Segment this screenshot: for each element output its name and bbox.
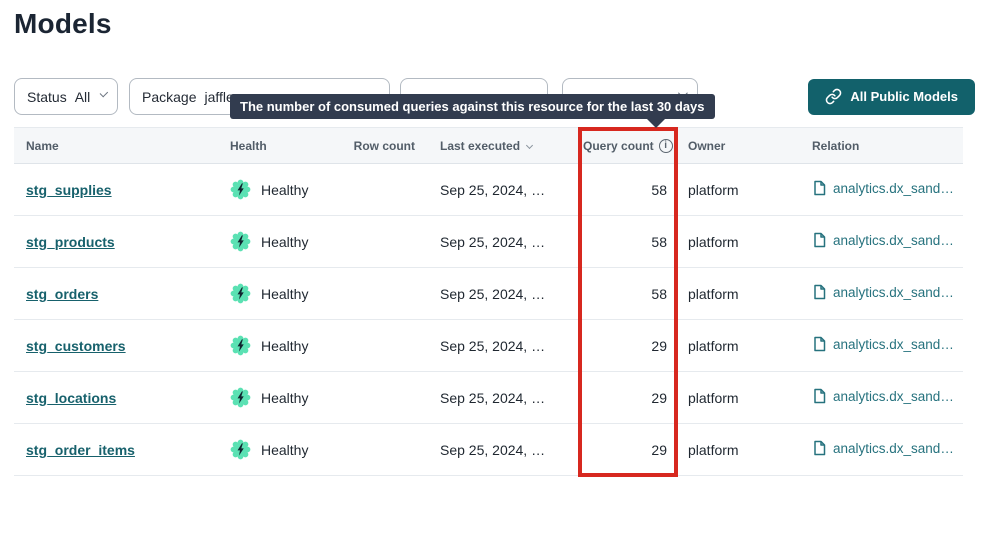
health-badge: Healthy — [230, 439, 350, 460]
query-count-cell: 58 — [574, 286, 678, 302]
document-icon — [812, 180, 826, 196]
model-name-link[interactable]: stg_orders — [26, 286, 98, 302]
model-name-link[interactable]: stg_order_items — [26, 442, 135, 458]
table-row: stg_products Healthy Sep 25, 2024, … 58 … — [14, 216, 963, 268]
status-filter-value: All — [75, 89, 91, 105]
table-header-row: Name Health Row count Last executed Quer… — [14, 127, 963, 164]
all-public-models-label: All Public Models — [850, 89, 958, 104]
health-badge: Healthy — [230, 283, 350, 304]
query-count-tooltip: The number of consumed queries against t… — [230, 94, 715, 119]
status-filter-dropdown[interactable]: Status All — [14, 78, 118, 115]
health-badge: Healthy — [230, 335, 350, 356]
table-row: stg_orders Healthy Sep 25, 2024, … 58 pl… — [14, 268, 963, 320]
document-icon — [812, 336, 826, 352]
tooltip-arrow — [646, 118, 666, 128]
table-row: stg_locations Healthy Sep 25, 2024, … 29… — [14, 372, 963, 424]
sort-chevron-icon — [526, 141, 533, 148]
last-executed-cell: Sep 25, 2024, … — [415, 286, 574, 302]
relation-link[interactable]: analytics.dx_sand… — [812, 232, 954, 248]
query-count-cell: 58 — [574, 182, 678, 198]
link-icon — [825, 88, 842, 105]
query-count-cell: 29 — [574, 338, 678, 354]
all-public-models-button[interactable]: All Public Models — [808, 79, 975, 115]
package-filter-label: Package — [142, 89, 196, 105]
query-count-cell: 29 — [574, 442, 678, 458]
table-row: stg_customers Healthy Sep 25, 2024, … 29… — [14, 320, 963, 372]
health-badge: Healthy — [230, 179, 350, 200]
health-seal-icon — [230, 283, 251, 304]
table-row: stg_order_items Healthy Sep 25, 2024, … … — [14, 424, 963, 476]
last-executed-cell: Sep 25, 2024, … — [415, 442, 574, 458]
owner-cell: platform — [678, 442, 798, 458]
owner-cell: platform — [678, 182, 798, 198]
page-title: Models — [14, 8, 975, 40]
document-icon — [812, 388, 826, 404]
column-header-last-executed[interactable]: Last executed — [415, 139, 574, 153]
owner-cell: platform — [678, 390, 798, 406]
health-badge: Healthy — [230, 387, 350, 408]
relation-link[interactable]: analytics.dx_sand… — [812, 388, 954, 404]
model-name-link[interactable]: stg_locations — [26, 390, 116, 406]
query-count-cell: 29 — [574, 390, 678, 406]
table-row: stg_supplies Healthy Sep 25, 2024, … 58 … — [14, 164, 963, 216]
info-icon[interactable]: i — [659, 139, 673, 153]
document-icon — [812, 232, 826, 248]
owner-cell: platform — [678, 286, 798, 302]
health-label: Healthy — [261, 234, 308, 250]
health-seal-icon — [230, 335, 251, 356]
health-label: Healthy — [261, 442, 308, 458]
column-header-health: Health — [230, 139, 350, 153]
column-header-query-count: Query count i — [574, 139, 678, 153]
model-name-link[interactable]: stg_products — [26, 234, 115, 250]
health-label: Healthy — [261, 338, 308, 354]
document-icon — [812, 284, 826, 300]
last-executed-cell: Sep 25, 2024, … — [415, 182, 574, 198]
owner-cell: platform — [678, 338, 798, 354]
relation-link[interactable]: analytics.dx_sand… — [812, 180, 954, 196]
health-label: Healthy — [261, 390, 308, 406]
model-name-link[interactable]: stg_customers — [26, 338, 126, 354]
health-seal-icon — [230, 231, 251, 252]
last-executed-cell: Sep 25, 2024, … — [415, 338, 574, 354]
chevron-down-icon — [100, 89, 108, 97]
health-seal-icon — [230, 179, 251, 200]
model-name-link[interactable]: stg_supplies — [26, 182, 112, 198]
relation-link[interactable]: analytics.dx_sand… — [812, 336, 954, 352]
models-page: Models Status All Package jaffle_ All Pu… — [0, 0, 989, 536]
status-filter-label: Status — [27, 89, 67, 105]
column-header-row-count: Row count — [350, 139, 415, 153]
last-executed-cell: Sep 25, 2024, … — [415, 390, 574, 406]
last-executed-cell: Sep 25, 2024, … — [415, 234, 574, 250]
column-header-relation: Relation — [798, 139, 963, 153]
column-header-owner: Owner — [678, 139, 798, 153]
relation-link[interactable]: analytics.dx_sand… — [812, 284, 954, 300]
models-table: Name Health Row count Last executed Quer… — [14, 127, 963, 476]
health-label: Healthy — [261, 182, 308, 198]
query-count-cell: 58 — [574, 234, 678, 250]
owner-cell: platform — [678, 234, 798, 250]
health-seal-icon — [230, 387, 251, 408]
health-badge: Healthy — [230, 231, 350, 252]
relation-link[interactable]: analytics.dx_sand… — [812, 440, 954, 456]
health-label: Healthy — [261, 286, 308, 302]
document-icon — [812, 440, 826, 456]
health-seal-icon — [230, 439, 251, 460]
column-header-name: Name — [14, 139, 230, 153]
